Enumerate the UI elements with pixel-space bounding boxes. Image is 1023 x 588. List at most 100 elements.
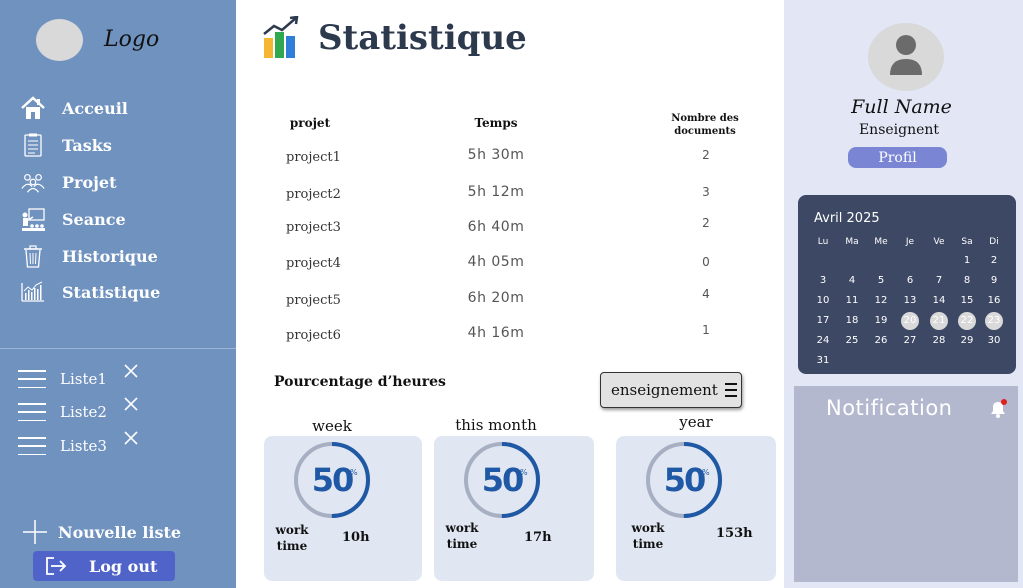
calendar-day[interactable]: 31 (814, 352, 832, 370)
calendar-day[interactable]: 14 (930, 292, 948, 310)
sidebar-divider (0, 348, 236, 349)
project-time: 4h 05m (467, 254, 525, 270)
calendar-day[interactable]: 20 (901, 312, 919, 330)
avatar[interactable] (868, 23, 944, 91)
nav-item-historique[interactable]: Historique (20, 242, 220, 270)
stat-card-week: 50 % work time 10h (264, 436, 422, 581)
calendar-day[interactable]: 27 (901, 332, 919, 350)
work-time-label-line1: work (275, 523, 309, 537)
project-time: 5h 12m (467, 184, 525, 200)
nav-item-statistique[interactable]: Statistique (20, 278, 220, 306)
calendar-day[interactable]: 2 (985, 252, 1003, 270)
table-header-docs-line1: Nombre des (671, 113, 739, 124)
menu-icon (18, 437, 46, 455)
work-time-label-line1: work (445, 521, 479, 535)
work-time-hours: 153h (716, 526, 753, 541)
nav-label: Acceuil (62, 98, 128, 118)
calendar-day[interactable]: 10 (814, 292, 832, 310)
calendar-day[interactable]: 17 (814, 312, 832, 330)
calendar-day[interactable]: 30 (985, 332, 1003, 350)
nav-item-projet[interactable]: Projet (20, 168, 220, 196)
calendar-day[interactable]: 24 (814, 332, 832, 350)
close-icon[interactable] (122, 362, 140, 380)
notification-panel: Notification (794, 386, 1018, 582)
list-item-liste1[interactable]: Liste1 (18, 364, 218, 390)
close-icon[interactable] (122, 395, 140, 413)
calendar-day[interactable]: 7 (930, 272, 948, 290)
profile-button[interactable]: Profil (848, 147, 947, 168)
calendar-day[interactable]: 12 (872, 292, 890, 310)
project-docs: 4 (702, 287, 710, 301)
work-time-hours: 17h (524, 530, 552, 545)
project-docs: 0 (702, 255, 710, 269)
sidebar: Logo Acceuil Tasks Projet Seance Histori… (0, 0, 236, 588)
calendar-day[interactable]: 18 (843, 312, 861, 330)
work-time-label-line2: time (632, 537, 664, 551)
calendar-day[interactable]: 15 (958, 292, 976, 310)
nav-label: Seance (62, 209, 126, 229)
list-item-liste3[interactable]: Liste3 (18, 431, 218, 457)
calendar-day[interactable]: 26 (872, 332, 890, 350)
calendar-day[interactable]: 13 (901, 292, 919, 310)
nav-item-acceuil[interactable]: Acceuil (20, 94, 220, 122)
work-time-hours: 10h (342, 530, 370, 545)
table-header-time: Temps (474, 116, 518, 130)
calendar-day[interactable]: 25 (843, 332, 861, 350)
calendar-weekday: Me (874, 237, 888, 247)
close-icon[interactable] (122, 429, 140, 447)
calendar-day[interactable]: 8 (958, 272, 976, 290)
stat-card-month: 50 % work time 17h (434, 436, 594, 581)
progress-value: 50 (663, 461, 707, 499)
calendar-day[interactable]: 22 (958, 312, 976, 330)
project-name: project2 (286, 187, 341, 202)
logout-button[interactable]: Log out (33, 551, 175, 581)
period-label-year: year (679, 413, 713, 431)
calendar-day[interactable]: 3 (814, 272, 832, 290)
calendar-day[interactable]: 11 (843, 292, 861, 310)
team-icon (20, 169, 46, 195)
calendar-day[interactable]: 19 (872, 312, 890, 330)
calendar-day[interactable]: 28 (930, 332, 948, 350)
user-icon (890, 35, 922, 75)
project-name: project4 (286, 256, 341, 271)
page-title: Statistique (318, 18, 527, 58)
calendar-weekday: Ma (845, 237, 859, 247)
list-label: Liste2 (60, 403, 107, 421)
list-label: Liste3 (60, 437, 107, 455)
calendar-day[interactable]: 21 (930, 312, 948, 330)
right-panel: Full Name Enseignent Profil Avril 2025 L… (784, 0, 1023, 588)
bell-icon[interactable] (987, 398, 1009, 420)
new-list-label: Nouvelle liste (58, 522, 182, 542)
calendar-month: Avril 2025 (814, 211, 880, 226)
new-list-button[interactable]: Nouvelle liste (22, 518, 222, 546)
project-docs: 2 (702, 216, 710, 230)
progress-value: 50 (311, 461, 355, 499)
calendar-day[interactable]: 6 (901, 272, 919, 290)
calendar-weekday: Sa (961, 237, 973, 247)
table-header-docs-line2: documents (674, 126, 736, 137)
home-icon (20, 95, 46, 121)
logout-icon (46, 557, 67, 575)
calendar-day[interactable]: 1 (958, 252, 976, 270)
presentation-icon (20, 206, 46, 232)
logout-label: Log out (89, 556, 158, 576)
calendar-day[interactable]: 9 (985, 272, 1003, 290)
work-time-label-line1: work (631, 521, 665, 535)
user-full-name: Full Name (851, 96, 952, 118)
calendar-day[interactable]: 4 (843, 272, 861, 290)
list-item-liste2[interactable]: Liste2 (18, 397, 218, 423)
calendar-day[interactable]: 16 (985, 292, 1003, 310)
calendar-day[interactable]: 29 (958, 332, 976, 350)
main-content: Statistique projet Temps Nombre des docu… (236, 0, 784, 588)
growth-chart-icon (263, 16, 299, 58)
period-label-week: week (312, 417, 352, 435)
percent-sign: % (520, 468, 528, 477)
calendar-day[interactable]: 5 (872, 272, 890, 290)
nav-item-tasks[interactable]: Tasks (20, 131, 220, 159)
work-time-label: work time (444, 520, 480, 552)
nav-item-seance[interactable]: Seance (20, 205, 220, 233)
project-docs: 3 (702, 185, 710, 199)
calendar-day[interactable]: 23 (985, 312, 1003, 330)
nav-label: Projet (62, 172, 117, 192)
category-select[interactable]: enseignement (600, 372, 742, 408)
